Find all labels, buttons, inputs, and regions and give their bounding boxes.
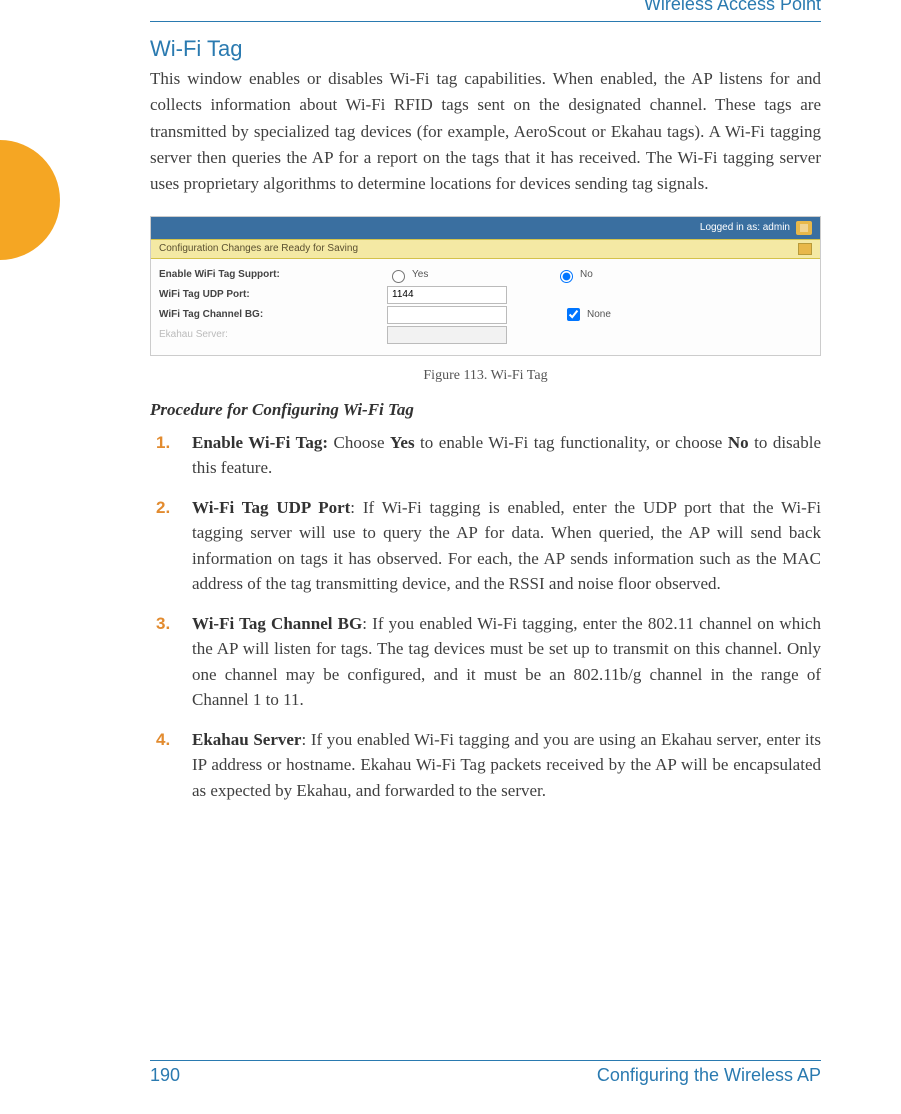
row-ekahau: Ekahau Server:	[159, 325, 812, 345]
figure-wrap: Logged in as: admin Configuration Change…	[150, 216, 821, 384]
procedure-step-3: Wi-Fi Tag Channel BG: If you enabled Wi-…	[186, 611, 821, 713]
side-tab-decoration	[0, 140, 60, 260]
page-number: 190	[150, 1065, 180, 1086]
procedure-step-4: Ekahau Server: If you enabled Wi-Fi tagg…	[186, 727, 821, 804]
screenshot-figure: Logged in as: admin Configuration Change…	[150, 216, 821, 356]
page: Wireless Access Point Wi-Fi Tag This win…	[0, 0, 901, 1114]
input-ekahau[interactable]	[387, 326, 507, 344]
step1-bold: Enable Wi-Fi Tag:	[192, 433, 328, 452]
section-title: Wi-Fi Tag	[150, 36, 821, 62]
figure-top-bar: Logged in as: admin	[151, 217, 820, 239]
input-channel[interactable]	[387, 306, 507, 324]
running-header: Wireless Access Point	[150, 0, 821, 15]
procedure-list: Enable Wi-Fi Tag: Choose Yes to enable W…	[150, 430, 821, 804]
step1-text-a: Choose	[328, 433, 390, 452]
label-ekahau: Ekahau Server:	[159, 329, 379, 340]
radio-no[interactable]	[560, 270, 573, 283]
figure-config-changes-bar: Configuration Changes are Ready for Savi…	[151, 239, 820, 259]
radio-no-label: No	[580, 269, 593, 280]
disk-icon[interactable]	[798, 243, 812, 255]
step3-bold: Wi-Fi Tag Channel BG	[192, 614, 362, 633]
procedure-title: Procedure for Configuring Wi-Fi Tag	[150, 400, 821, 420]
chapter-title: Configuring the Wireless AP	[597, 1065, 821, 1086]
intro-paragraph: This window enables or disables Wi-Fi ta…	[150, 66, 821, 198]
footer-rule	[150, 1060, 821, 1061]
step1-text-b: to enable Wi-Fi tag functionality, or ch…	[415, 433, 728, 452]
row-channel: WiFi Tag Channel BG: None	[159, 305, 812, 325]
step2-bold: Wi-Fi Tag UDP Port	[192, 498, 350, 517]
procedure-step-2: Wi-Fi Tag UDP Port: If Wi-Fi tagging is …	[186, 495, 821, 597]
row-enable: Enable WiFi Tag Support: Yes No	[159, 265, 812, 285]
figure-caption: Figure 113. Wi-Fi Tag	[150, 368, 821, 384]
input-udp-port[interactable]	[387, 286, 507, 304]
checkbox-none-label: None	[587, 309, 611, 320]
radio-yes[interactable]	[392, 270, 405, 283]
label-udp: WiFi Tag UDP Port:	[159, 289, 379, 300]
login-status: Logged in as: admin	[700, 222, 790, 233]
checkbox-none[interactable]	[567, 308, 580, 321]
row-udp: WiFi Tag UDP Port:	[159, 285, 812, 305]
step4-bold: Ekahau Server	[192, 730, 301, 749]
step1-no: No	[728, 433, 749, 452]
header-rule	[150, 21, 821, 22]
procedure-step-1: Enable Wi-Fi Tag: Choose Yes to enable W…	[186, 430, 821, 481]
radio-yes-label: Yes	[412, 269, 428, 280]
footer: 190 Configuring the Wireless AP	[150, 1060, 821, 1086]
label-channel: WiFi Tag Channel BG:	[159, 309, 379, 320]
label-enable: Enable WiFi Tag Support:	[159, 269, 379, 280]
figure-body: Enable WiFi Tag Support: Yes No WiFi Tag…	[151, 259, 820, 355]
content-area: Wireless Access Point Wi-Fi Tag This win…	[150, 20, 821, 1044]
save-icon[interactable]	[796, 221, 812, 235]
config-changes-text: Configuration Changes are Ready for Savi…	[159, 243, 358, 254]
step1-yes: Yes	[390, 433, 415, 452]
